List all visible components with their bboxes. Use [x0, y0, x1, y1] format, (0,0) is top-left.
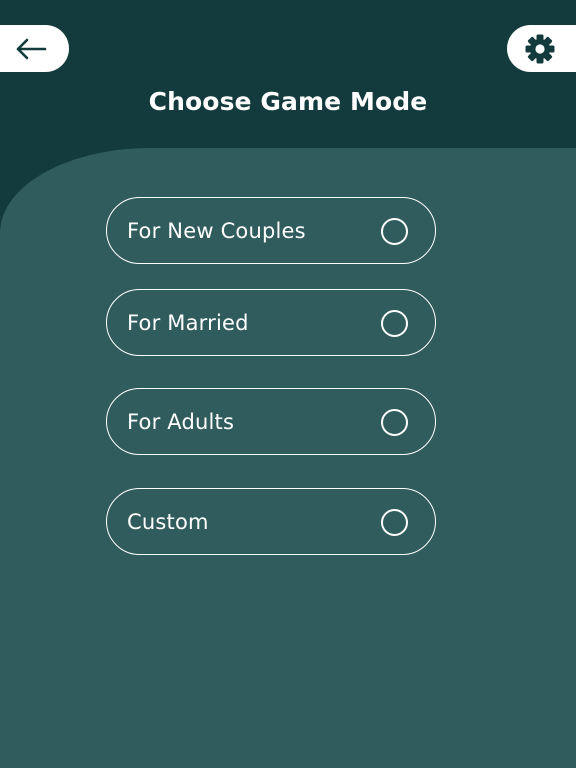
radio-button[interactable]	[381, 218, 408, 245]
back-button[interactable]	[0, 25, 69, 72]
radio-button[interactable]	[381, 409, 408, 436]
mode-option-label: Custom	[127, 509, 209, 534]
mode-option-custom[interactable]: Custom	[106, 488, 436, 555]
mode-option-label: For New Couples	[127, 218, 306, 243]
gear-icon	[525, 34, 555, 63]
page-title: Choose Game Mode	[148, 87, 428, 116]
mode-option-married[interactable]: For Married	[106, 289, 436, 356]
radio-button[interactable]	[381, 310, 408, 337]
mode-option-adults[interactable]: For Adults	[106, 388, 436, 455]
arrow-left-icon	[16, 38, 46, 59]
settings-button[interactable]	[507, 25, 576, 72]
mode-option-new-couples[interactable]: For New Couples	[106, 197, 436, 264]
mode-option-label: For Adults	[127, 409, 235, 434]
mode-option-label: For Married	[127, 310, 249, 335]
radio-button[interactable]	[381, 509, 408, 536]
